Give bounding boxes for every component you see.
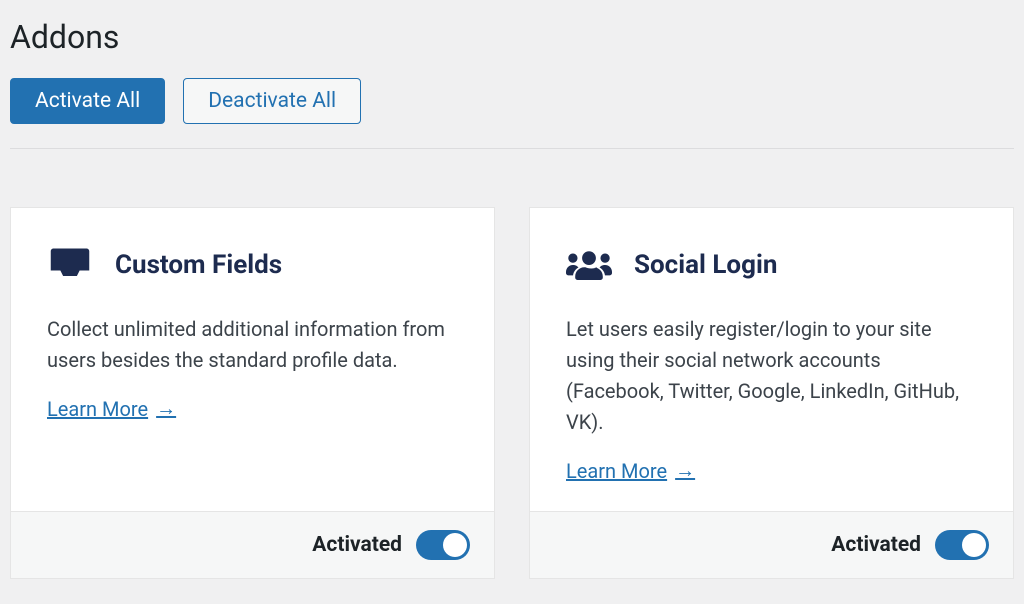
status-badge: Activated xyxy=(831,533,921,557)
status-badge: Activated xyxy=(312,533,402,557)
card-header: Social Login xyxy=(566,242,977,288)
card-body: Custom Fields Collect unlimited addition… xyxy=(11,208,494,511)
deactivate-all-button[interactable]: Deactivate All xyxy=(183,78,361,124)
arrow-right-icon: → xyxy=(156,396,176,421)
learn-more-link[interactable]: Learn More → xyxy=(47,396,176,421)
inbox-icon xyxy=(47,242,93,288)
card-body: Social Login Let users easily register/l… xyxy=(530,208,1013,511)
learn-more-label: Learn More xyxy=(566,459,667,483)
page-title: Addons xyxy=(10,0,1014,78)
activation-toggle[interactable] xyxy=(416,530,470,560)
arrow-right-icon: → xyxy=(675,458,695,483)
card-footer: Activated xyxy=(11,511,494,578)
card-header: Custom Fields xyxy=(47,242,458,288)
users-icon xyxy=(566,242,612,288)
card-title: Social Login xyxy=(634,250,777,280)
toolbar: Activate All Deactivate All xyxy=(10,78,1014,149)
card-description: Let users easily register/login to your … xyxy=(566,314,977,438)
addons-grid: Custom Fields Collect unlimited addition… xyxy=(10,207,1014,579)
card-description: Collect unlimited additional information… xyxy=(47,314,458,376)
learn-more-label: Learn More xyxy=(47,397,148,421)
card-title: Custom Fields xyxy=(115,250,282,280)
learn-more-link[interactable]: Learn More → xyxy=(566,458,695,483)
activate-all-button[interactable]: Activate All xyxy=(10,78,165,124)
activation-toggle[interactable] xyxy=(935,530,989,560)
addon-card-social-login: Social Login Let users easily register/l… xyxy=(529,207,1014,579)
card-footer: Activated xyxy=(530,511,1013,578)
addon-card-custom-fields: Custom Fields Collect unlimited addition… xyxy=(10,207,495,579)
